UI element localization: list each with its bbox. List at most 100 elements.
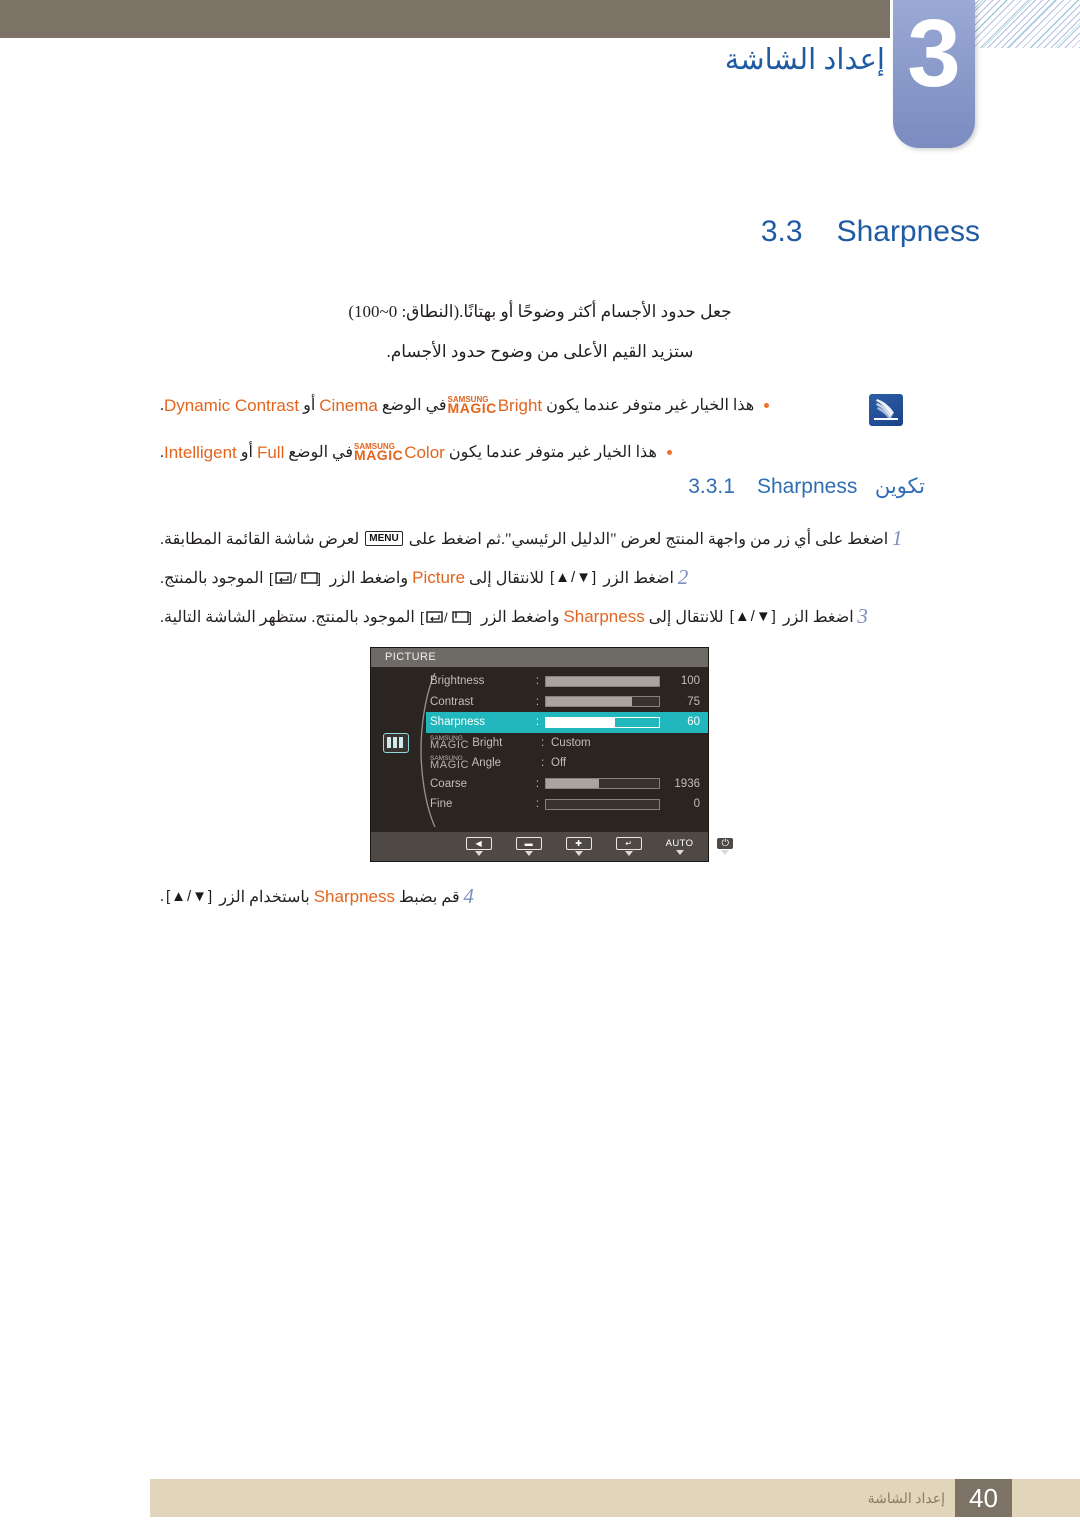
subsection-number: 3.3.1	[688, 475, 735, 498]
bullet-1-magic-logo: SAMSUNG MAGIC	[447, 395, 497, 417]
osd-enter-button[interactable]: ↵	[615, 837, 642, 856]
svg-text:]: ]	[317, 570, 321, 586]
section-title: Sharpness	[836, 215, 980, 248]
osd-label-fine: Fine	[430, 798, 453, 811]
magic-big-1: MAGIC	[447, 400, 497, 417]
step-2-text-a: اضغط الزر	[603, 569, 674, 587]
footer-chapter-text: إعداد الشاشة	[867, 1492, 945, 1507]
osd-magic-suffix-angle: Angle	[471, 757, 502, 770]
osd-indicator-triangle	[474, 851, 483, 856]
subsection-title-en: Sharpness	[756, 475, 858, 498]
bullet-2-magic-logo: SAMSUNG MAGIC	[354, 443, 403, 463]
enter-return-button-icons-2: [ / ]	[269, 570, 325, 586]
note-bullet-list: هذا الخيار غير متوفر عندما يكون Bright S…	[0, 392, 1080, 466]
svg-text:[: [	[269, 570, 273, 586]
osd-indicator-triangle	[574, 851, 583, 856]
osd-label-coarse: Coarse	[430, 777, 468, 790]
step-3: 3 اضغط الزر [▲/▼] للانتقال إلى Sharpness…	[0, 604, 1080, 629]
osd-colon: :	[541, 757, 545, 770]
osd-row-sharpness[interactable]: Sharpness : 60	[426, 712, 708, 733]
osd-bar-coarse[interactable]	[545, 778, 660, 790]
bullet-dot-1	[764, 403, 770, 409]
bullet-2-opt1: Full	[256, 443, 285, 463]
osd-indicator-triangle	[524, 851, 533, 856]
section-description-line1: جعل حدود الأجسام أكثر وضوحًا أو بهتانًا.…	[348, 302, 732, 321]
osd-left-arrow-button[interactable]: ◀	[465, 837, 492, 856]
step-2-target: Picture	[412, 567, 466, 587]
bullet-dot-2	[666, 450, 672, 456]
bullet-2-mid: في الوضع	[288, 443, 354, 461]
bullet-2-end: .	[160, 443, 164, 461]
up-down-arrow-keys-3: [▲/▼]	[729, 608, 777, 625]
svg-text:/: /	[444, 610, 448, 625]
osd-plus-button[interactable]: ✚	[565, 837, 592, 856]
up-down-arrow-keys-2: [▲/▼]	[549, 569, 598, 586]
osd-row-brightness[interactable]: Brightness : 100	[426, 671, 708, 692]
header-band	[0, 0, 890, 38]
step-2: 2 اضغط الزر [▲/▼] للانتقال إلى Picture و…	[0, 565, 1080, 590]
osd-auto-glyph: AUTO	[665, 838, 694, 849]
osd-power-button[interactable]: ⏻	[717, 838, 734, 855]
osd-minus-glyph: ▬	[515, 837, 542, 850]
step-3-text-a: اضغط الزر	[782, 608, 854, 626]
steps-list-continued: 4 قم بضبط Sharpness باستخدام الزر [▲/▼] …	[0, 884, 1080, 923]
osd-bar-sharpness[interactable]	[545, 716, 660, 728]
osd-label-magic-angle: SAMSUNG MAGIC Angle	[426, 756, 541, 772]
section-number: 3.3	[760, 215, 803, 248]
osd-auto-button[interactable]: AUTO	[665, 838, 694, 855]
osd-bar-fine[interactable]	[545, 798, 660, 810]
osd-magic-logo-angle: SAMSUNG MAGIC	[430, 756, 470, 772]
step-4-text-c: .	[160, 887, 164, 905]
osd-colon: :	[541, 736, 545, 749]
note-bullet-1: هذا الخيار غير متوفر عندما يكون Bright S…	[0, 392, 1080, 419]
osd-colon: :	[535, 716, 540, 729]
osd-footer-toolbar: ◀ ▬ ✚ ↵ AUTO ⏻	[371, 832, 734, 861]
bullet-1-magic-suffix: Bright	[497, 396, 543, 415]
chapter-title: إعداد الشاشة	[724, 44, 885, 76]
bullet-1-end: .	[160, 396, 164, 414]
osd-label-contrast: Contrast	[430, 695, 474, 708]
osd-row-magic-angle[interactable]: SAMSUNG MAGIC Angle : Off	[426, 753, 708, 774]
osd-label-magic-bright: SAMSUNG MAGIC Bright	[426, 735, 541, 751]
section-heading: 3.3 Sharpness	[761, 215, 980, 249]
note-bullet-2: هذا الخيار غير متوفر عندما يكون Color SA…	[0, 439, 1080, 466]
svg-text:[: [	[420, 609, 424, 625]
osd-monitor-screenshot: PICTURE Brightness : 100 Contrast : 75 S…	[371, 648, 734, 861]
step-2-text-b: للانتقال إلى	[469, 569, 544, 587]
step-4-number: 4	[463, 884, 474, 908]
step-2-text-c: واضغط الزر	[329, 569, 409, 587]
up-down-arrow-keys-4: [▲/▼]	[166, 888, 214, 905]
osd-colon: :	[535, 695, 540, 708]
step-3-number: 3	[857, 604, 868, 628]
osd-value-fine: 0	[693, 798, 700, 811]
section-description-line2: ستزيد القيم الأعلى من وضوح حدود الأجسام.	[386, 342, 694, 361]
osd-row-contrast[interactable]: Contrast : 75	[426, 692, 708, 713]
osd-plus-glyph: ✚	[565, 837, 592, 850]
osd-value-magic-bright: Custom	[551, 736, 591, 749]
osd-row-magic-bright[interactable]: SAMSUNG MAGIC Bright : Custom	[426, 733, 708, 754]
menu-keycap: MENU	[365, 531, 403, 546]
osd-indicator-triangle	[675, 850, 684, 855]
osd-row-fine[interactable]: Fine : 0	[426, 794, 708, 815]
osd-colon: :	[535, 777, 540, 790]
step-2-text-d: الموجود بالمنتج.	[160, 569, 264, 587]
osd-row-coarse[interactable]: Coarse : 1936	[426, 774, 708, 795]
osd-bar-contrast[interactable]	[545, 696, 660, 708]
osd-minus-button[interactable]: ▬	[515, 837, 542, 856]
osd-colon: :	[535, 798, 540, 811]
osd-indicator-triangle	[721, 850, 730, 855]
footer-page-number: 40	[955, 1479, 1012, 1517]
osd-value-contrast: 75	[687, 695, 700, 708]
osd-magic-big-bright: MAGIC	[430, 738, 470, 751]
osd-magic-big-angle: MAGIC	[430, 759, 470, 772]
bullet-2-opt2: Intelligent	[164, 443, 237, 463]
osd-bar-brightness[interactable]	[545, 675, 660, 687]
subsection-heading: 3.3.1 Sharpness تكوين	[688, 474, 925, 499]
osd-left-arrow-glyph: ◀	[465, 837, 492, 850]
header-hatch-pattern	[975, 0, 1080, 48]
step-3-text-b: للانتقال إلى	[648, 608, 724, 626]
osd-magic-logo-bright: SAMSUNG MAGIC	[430, 735, 470, 751]
step-1-text-a: اضغط على أي زر من واجهة المنتج لعرض "الد…	[408, 530, 889, 548]
osd-magic-suffix-bright: Bright	[472, 736, 503, 749]
step-4-target: Sharpness	[313, 886, 395, 906]
